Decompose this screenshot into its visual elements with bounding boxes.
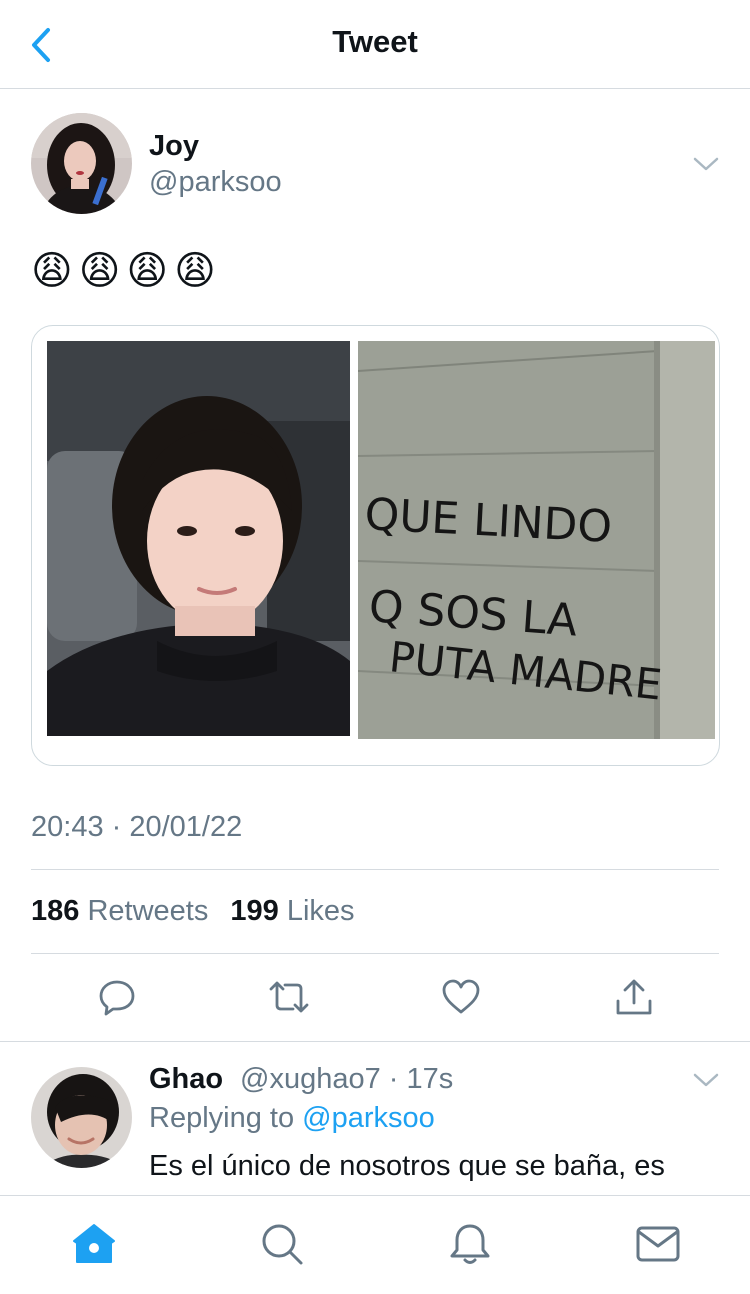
reply-icon [99,980,135,1016]
divider [31,869,719,870]
tweet-detail-screen: Tweet Joy @parksoo 😩😩😩😩 QUE LINDO Q SOS … [0,0,750,1294]
likes-count[interactable]: 199 [230,895,278,927]
home-icon [73,1224,115,1263]
like-button[interactable] [439,975,483,1019]
author-avatar[interactable] [31,113,132,214]
nav-messages[interactable] [634,1220,682,1268]
tweet-stats: 186 Retweets 199 Likes [31,895,369,928]
tweet-media[interactable]: QUE LINDO Q SOS LA PUTA MADRE [31,325,720,766]
like-icon [442,979,480,1014]
author-handle[interactable]: @parksoo [149,166,282,199]
nav-search[interactable] [258,1220,306,1268]
search-icon [262,1224,303,1265]
retweet-icon [269,981,309,1013]
author-name[interactable]: Joy [149,130,199,163]
chevron-down-icon[interactable] [692,1070,720,1090]
share-icon [616,979,652,1015]
replying-to: Replying to @parksoo [149,1102,435,1135]
media-photo-graffiti[interactable]: QUE LINDO Q SOS LA PUTA MADRE [358,341,715,739]
nav-home[interactable] [70,1220,118,1268]
reply-author-name[interactable]: Ghao [149,1063,223,1096]
share-button[interactable] [612,975,656,1019]
replying-to-handle[interactable]: @parksoo [302,1102,435,1134]
bottom-nav [0,1195,750,1294]
notifications-icon [450,1224,490,1264]
tweet-timestamp: 20:43 · 20/01/22 [31,811,243,843]
tweet-text: 😩😩😩😩 [31,249,222,293]
reply-avatar[interactable] [31,1067,132,1168]
reply-meta: @xughao7 · 17s [240,1063,454,1095]
divider [31,953,719,954]
nav-notifications[interactable] [446,1220,494,1268]
top-bar: Tweet [0,0,750,89]
messages-icon [636,1226,680,1262]
divider [0,1041,750,1042]
retweets-label[interactable]: Retweets [87,895,208,927]
page-title: Tweet [332,24,418,59]
chevron-down-icon[interactable] [692,154,720,174]
retweet-button[interactable] [267,975,311,1019]
media-photo-portrait[interactable] [47,341,350,736]
retweets-count[interactable]: 186 [31,895,79,927]
reply-button[interactable] [95,975,139,1019]
likes-label[interactable]: Likes [287,895,355,927]
replying-to-label: Replying to [149,1102,295,1134]
reply-text: Es el único de nosotros que se baña, es [149,1150,665,1182]
